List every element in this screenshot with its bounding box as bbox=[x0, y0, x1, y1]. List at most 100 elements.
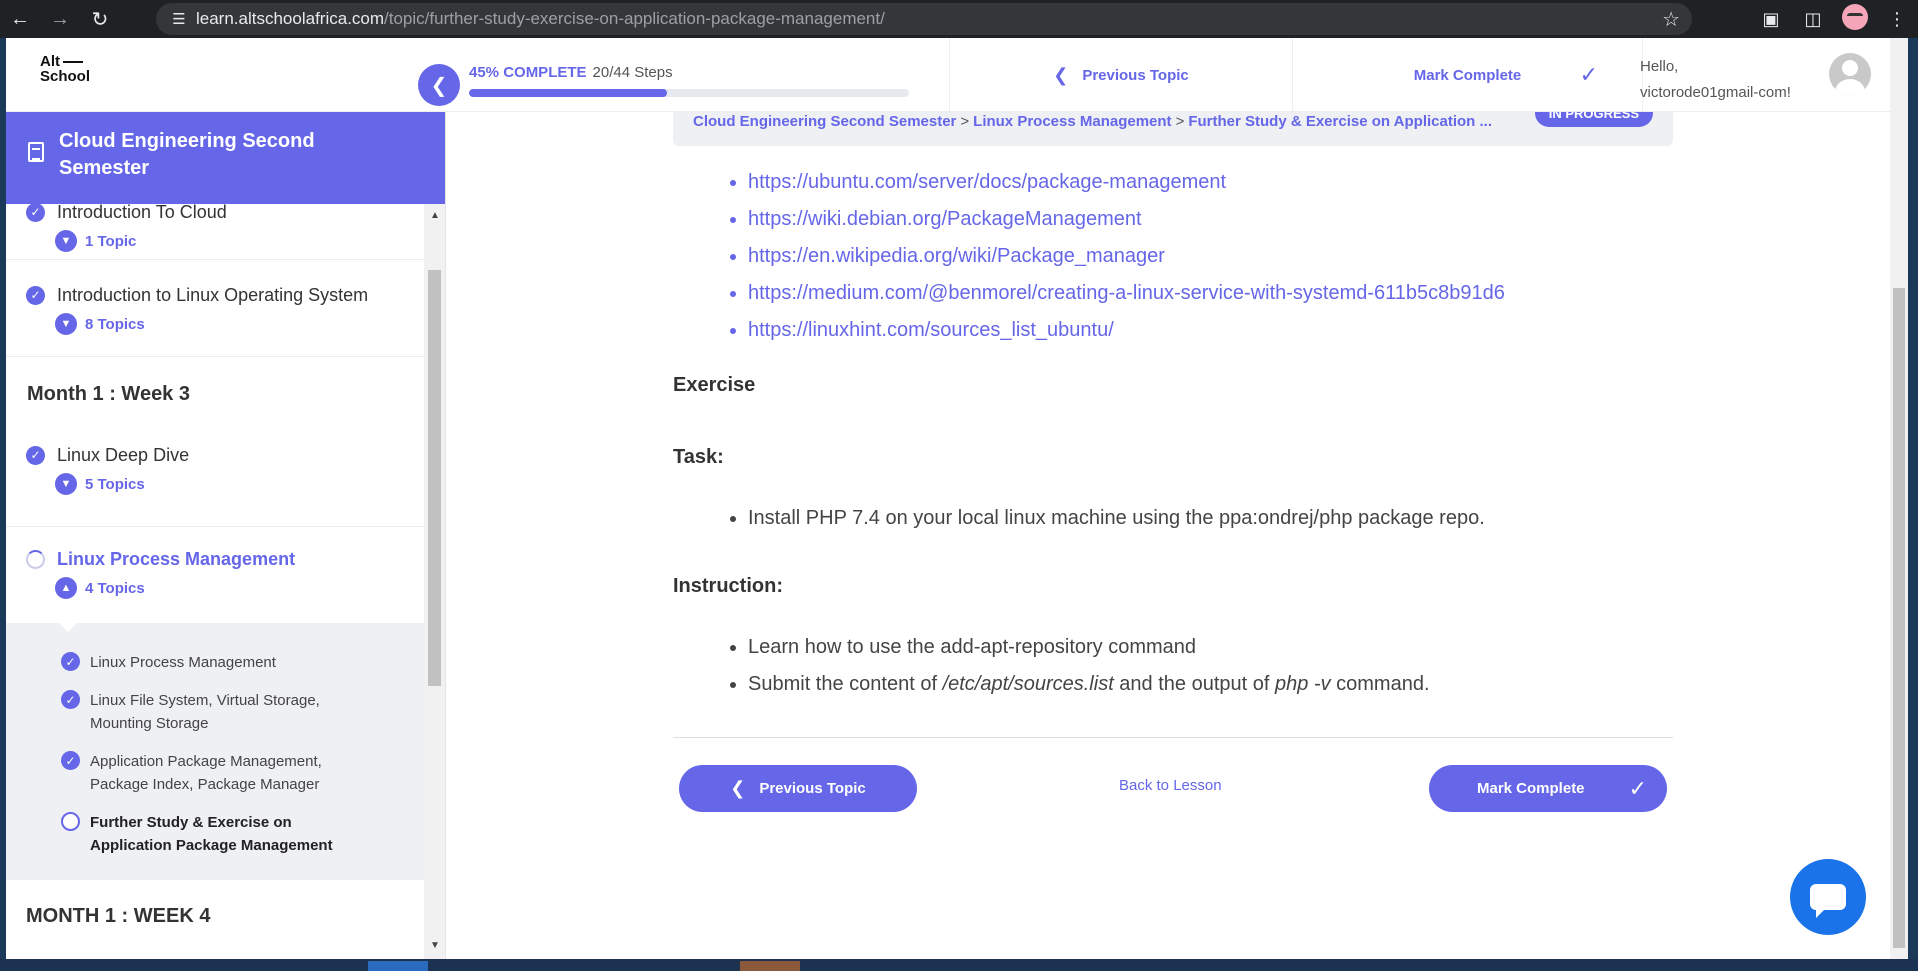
list-item: https://wiki.debian.org/PackageManagemen… bbox=[748, 201, 1505, 238]
chevron-up-icon[interactable]: ▲ bbox=[55, 577, 77, 599]
page-scrollbar[interactable] bbox=[1890, 38, 1908, 959]
resource-links: https://ubuntu.com/server/docs/package-m… bbox=[722, 164, 1505, 349]
header-previous-topic-button[interactable]: ❮ Previous Topic bbox=[949, 38, 1293, 112]
completed-check-icon: ✓ bbox=[61, 751, 80, 770]
lesson-name[interactable]: Linux Deep Dive bbox=[57, 445, 189, 466]
site-settings-icon[interactable]: ☰ bbox=[162, 10, 196, 28]
lesson-item[interactable]: ✓ Linux Deep Dive ▼ 5 Topics bbox=[6, 431, 424, 527]
subtopic-label[interactable]: Further Study & Exercise on Application … bbox=[90, 811, 360, 857]
page-viewport: Alt School 45% COMPLETE 20/44 Steps ❮ Pre… bbox=[6, 38, 1908, 959]
completed-check-icon: ✓ bbox=[61, 652, 80, 671]
lesson-name[interactable]: Introduction To Cloud bbox=[57, 204, 227, 223]
resource-link[interactable]: https://en.wikipedia.org/wiki/Package_ma… bbox=[748, 245, 1165, 267]
completed-check-icon: ✓ bbox=[26, 445, 45, 465]
topics-count[interactable]: 4 Topics bbox=[85, 580, 145, 597]
instruction-item: Submit the content of /etc/apt/sources.l… bbox=[748, 666, 1430, 703]
lesson-item[interactable]: ✓ Introduction to Linux Operating System … bbox=[6, 260, 424, 357]
completed-check-icon: ✓ bbox=[26, 285, 45, 305]
scrollbar-thumb[interactable] bbox=[428, 270, 441, 686]
taskbar-app[interactable] bbox=[368, 961, 428, 971]
breadcrumb-topic[interactable]: Further Study & Exercise on Application … bbox=[1188, 113, 1492, 130]
scrollbar-thumb[interactable] bbox=[1893, 288, 1905, 948]
subtopic-item-current[interactable]: Further Study & Exercise on Application … bbox=[6, 811, 424, 857]
chevron-left-icon: ❮ bbox=[1053, 64, 1069, 85]
divider bbox=[673, 737, 1673, 738]
reload-icon[interactable]: ↻ bbox=[80, 0, 120, 38]
progress-bar bbox=[469, 89, 909, 97]
course-header[interactable]: Cloud Engineering Second Semester bbox=[6, 112, 445, 204]
progress-fill bbox=[469, 89, 667, 97]
subtopic-item[interactable]: ✓ Application Package Management, Packag… bbox=[6, 750, 424, 796]
section-heading-week3: Month 1 : Week 3 bbox=[27, 383, 190, 405]
document-icon bbox=[28, 142, 44, 162]
chat-widget-button[interactable] bbox=[1790, 859, 1866, 935]
resource-link[interactable]: https://wiki.debian.org/PackageManagemen… bbox=[748, 208, 1142, 230]
side-panel-icon[interactable]: ◫ bbox=[1792, 9, 1834, 30]
site-header: Alt School 45% COMPLETE 20/44 Steps ❮ Pre… bbox=[6, 38, 1890, 112]
progress-percent: 45% COMPLETE bbox=[469, 64, 587, 81]
list-item: https://linuxhint.com/sources_list_ubunt… bbox=[748, 312, 1505, 349]
progress-steps: 20/44 Steps bbox=[592, 64, 673, 81]
resource-link[interactable]: https://medium.com/@benmorel/creating-a-… bbox=[748, 282, 1505, 304]
topics-count[interactable]: 1 Topic bbox=[85, 233, 136, 250]
exercise-heading: Exercise bbox=[673, 374, 756, 396]
list-item: https://en.wikipedia.org/wiki/Package_ma… bbox=[748, 238, 1505, 275]
sidebar-scrollbar[interactable]: ▲ ▼ bbox=[424, 204, 445, 959]
lesson-item-active[interactable]: Linux Process Management ▲ 4 Topics bbox=[6, 527, 424, 623]
mark-complete-button[interactable]: Mark Complete ✓ bbox=[1429, 765, 1667, 812]
mark-complete-label: Mark Complete bbox=[1477, 780, 1585, 797]
subtopic-label[interactable]: Linux File System, Virtual Storage, Moun… bbox=[90, 689, 360, 735]
course-progress: 45% COMPLETE 20/44 Steps bbox=[469, 64, 909, 97]
chevron-down-icon[interactable]: ▼ bbox=[55, 313, 77, 335]
taskbar-app[interactable] bbox=[740, 961, 800, 971]
back-arrow-icon[interactable]: ← bbox=[0, 0, 40, 38]
checkmark-icon: ✓ bbox=[1579, 62, 1598, 87]
completed-check-icon: ✓ bbox=[26, 204, 45, 222]
user-avatar[interactable] bbox=[1829, 53, 1871, 95]
completed-check-icon: ✓ bbox=[61, 690, 80, 709]
incomplete-circle-icon bbox=[61, 812, 80, 831]
address-bar[interactable]: ☰ learn.altschoolafrica.com/topic/furthe… bbox=[156, 3, 1692, 35]
checkmark-icon: ✓ bbox=[1628, 775, 1647, 801]
back-to-lesson-link[interactable]: Back to Lesson bbox=[1119, 777, 1222, 794]
scroll-up-icon[interactable]: ▲ bbox=[430, 210, 440, 221]
subtopic-label[interactable]: Application Package Management, Package … bbox=[90, 750, 360, 796]
profile-avatar[interactable] bbox=[1834, 3, 1876, 35]
resource-link[interactable]: https://linuxhint.com/sources_list_ubunt… bbox=[748, 319, 1114, 341]
chevron-down-icon[interactable]: ▼ bbox=[55, 473, 77, 495]
list-item: https://ubuntu.com/server/docs/package-m… bbox=[748, 164, 1505, 201]
resource-link[interactable]: https://ubuntu.com/server/docs/package-m… bbox=[748, 171, 1226, 193]
subtopic-item[interactable]: ✓ Linux Process Management bbox=[6, 651, 424, 674]
header-mark-complete-label: Mark Complete bbox=[1413, 66, 1522, 84]
lesson-item[interactable]: ✓ Introduction To Cloud ▼ 1 Topic bbox=[6, 204, 424, 260]
forward-arrow-icon[interactable]: → bbox=[40, 0, 80, 38]
breadcrumb-lesson[interactable]: Linux Process Management bbox=[973, 113, 1171, 130]
list-item: https://medium.com/@benmorel/creating-a-… bbox=[748, 275, 1505, 312]
breadcrumb: Cloud Engineering Second Semester > Linux … bbox=[673, 112, 1673, 146]
subtopic-label[interactable]: Linux Process Management bbox=[90, 651, 360, 674]
breadcrumb-course[interactable]: Cloud Engineering Second Semester bbox=[693, 113, 956, 130]
menu-dots-icon[interactable]: ⋮ bbox=[1876, 9, 1918, 30]
lesson-name[interactable]: Introduction to Linux Operating System bbox=[57, 285, 368, 306]
extensions-icon[interactable]: ▣ bbox=[1750, 9, 1792, 30]
topic-content: Cloud Engineering Second Semester > Linux … bbox=[447, 112, 1890, 959]
topics-count[interactable]: 8 Topics bbox=[85, 316, 145, 333]
course-sidebar: Cloud Engineering Second Semester ✓ Intro… bbox=[6, 112, 446, 959]
previous-topic-button[interactable]: ❮ Previous Topic bbox=[679, 765, 917, 812]
user-greeting[interactable]: Hello, victorode01gmail-com! bbox=[1640, 54, 1791, 106]
sidebar-collapse-button[interactable]: ❮ bbox=[418, 64, 460, 106]
lesson-list: ✓ Introduction To Cloud ▼ 1 Topic ✓ Introdu… bbox=[6, 204, 424, 959]
bookmark-star-icon[interactable]: ☆ bbox=[1662, 7, 1680, 32]
chevron-left-icon: ❮ bbox=[730, 778, 746, 798]
instruction-list: Learn how to use the add-apt-repository … bbox=[722, 629, 1430, 703]
header-mark-complete-button[interactable]: Mark Complete ✓ bbox=[1293, 38, 1643, 112]
altschool-logo[interactable]: Alt School bbox=[40, 54, 90, 84]
scroll-down-icon[interactable]: ▼ bbox=[430, 940, 440, 951]
chevron-down-icon[interactable]: ▼ bbox=[55, 230, 77, 252]
chat-bubble-icon bbox=[1810, 884, 1846, 918]
task-item: Install PHP 7.4 on your local linux mach… bbox=[748, 500, 1485, 537]
topics-count[interactable]: 5 Topics bbox=[85, 476, 145, 493]
lesson-name[interactable]: Linux Process Management bbox=[57, 549, 295, 570]
subtopic-item[interactable]: ✓ Linux File System, Virtual Storage, Mo… bbox=[6, 689, 424, 735]
status-badge: IN PROGRESS bbox=[1534, 112, 1653, 127]
